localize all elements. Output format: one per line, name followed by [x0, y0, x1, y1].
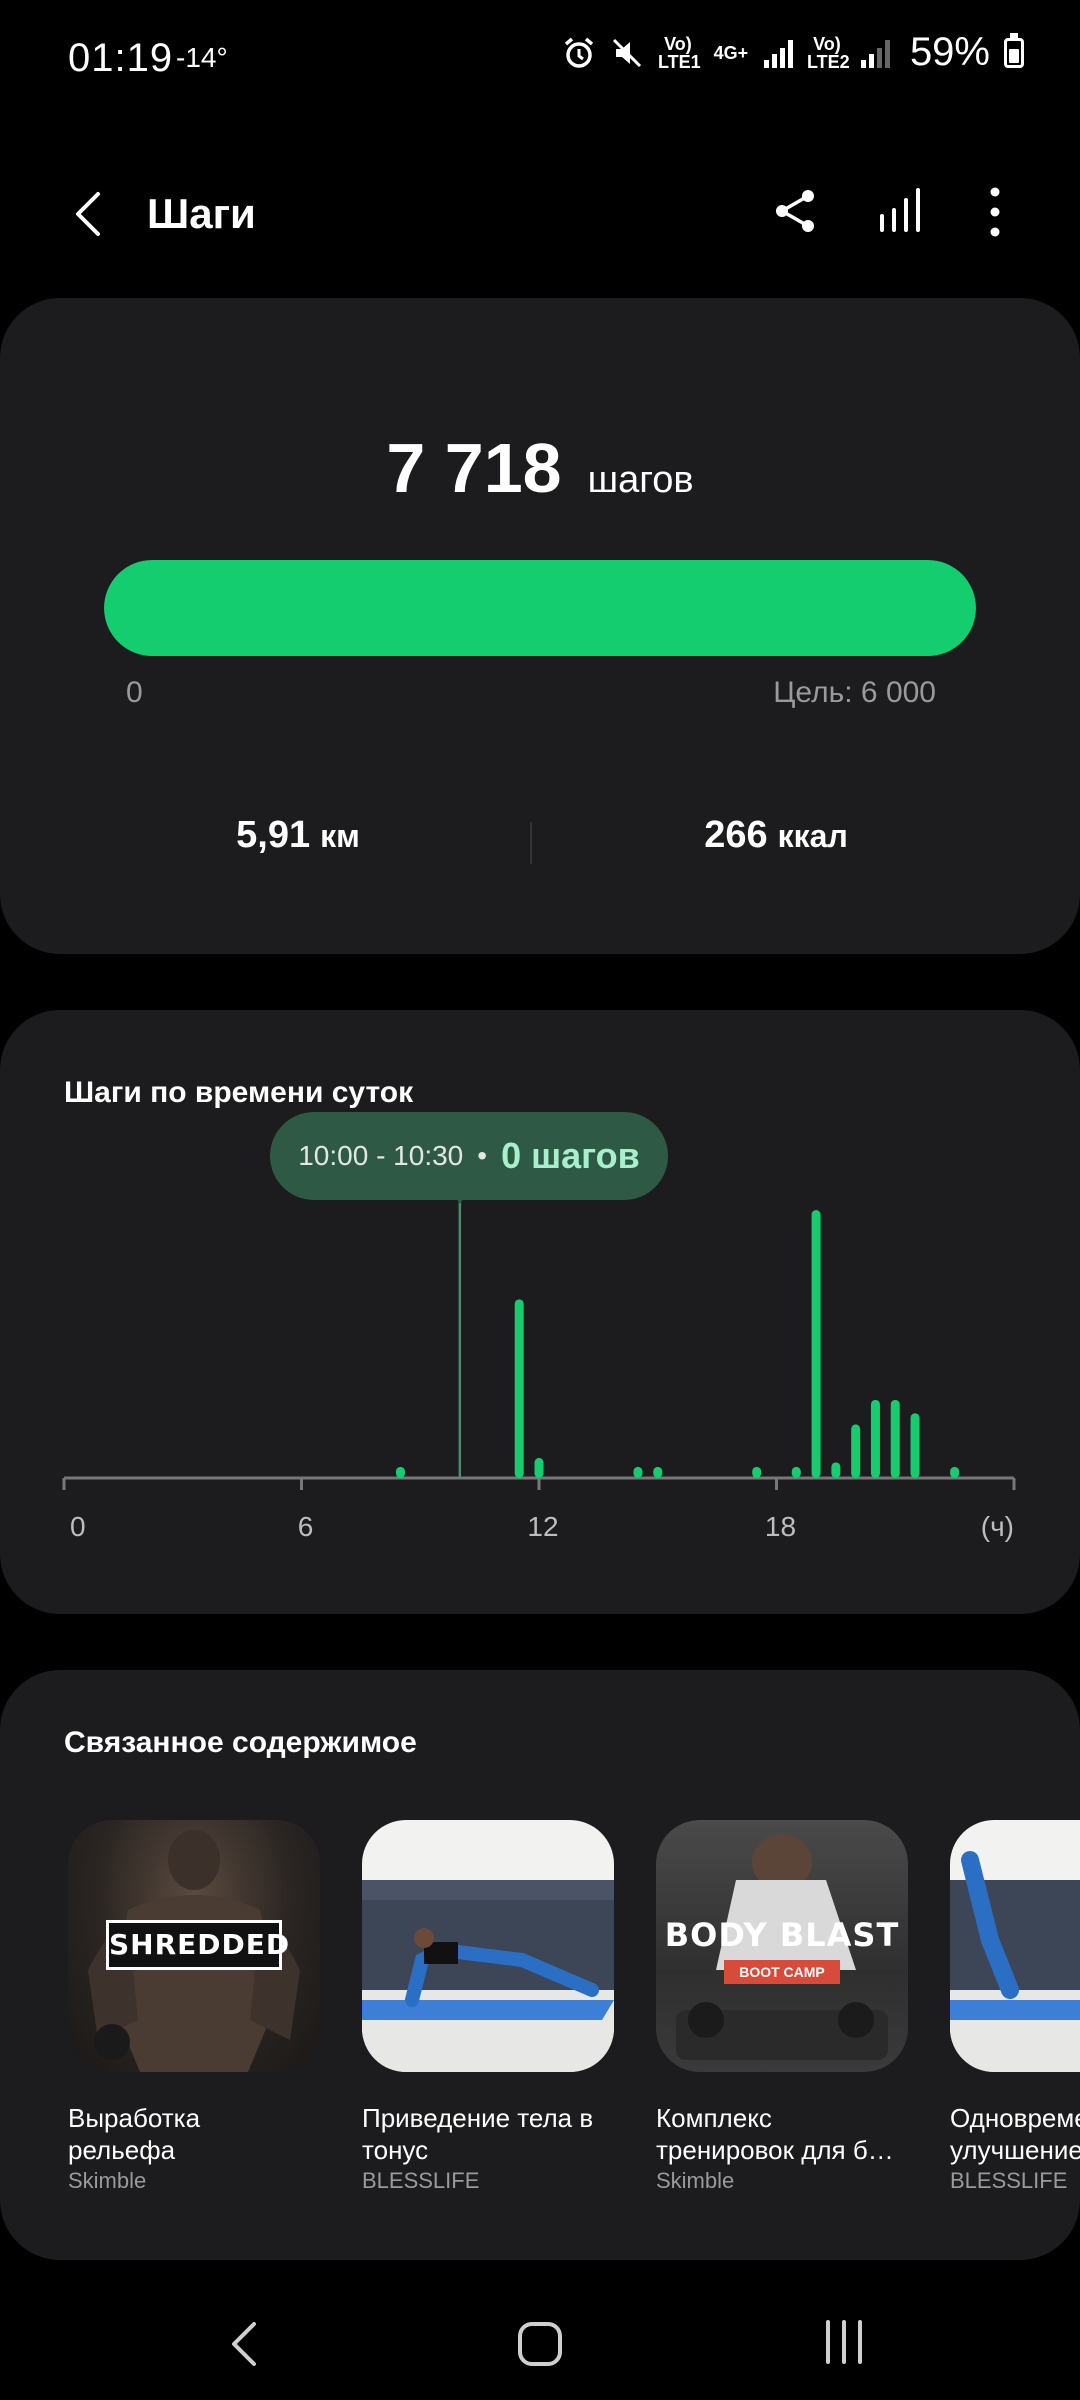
goal-label: Цель: 6 000	[773, 676, 936, 709]
related-item-author: Skimble	[656, 2168, 735, 2193]
progress-start-label: 0	[126, 676, 143, 709]
related-content-card: Связанное содержимое SHREDDED Выработка …	[0, 1670, 1080, 2260]
related-item-name: Приведение тела в тонус	[362, 2103, 594, 2165]
back-icon[interactable]	[64, 188, 116, 240]
chart-bar	[950, 1466, 960, 1478]
mute-icon	[612, 38, 641, 67]
related-item[interactable]: SHREDDED Выработка рельефа Skimble	[68, 1820, 324, 2194]
status-time: 01:19	[68, 36, 174, 80]
tooltip-range: 10:00 - 10:30	[298, 1140, 464, 1171]
navigation-bar	[0, 2290, 1080, 2400]
chart-bar	[851, 1424, 861, 1478]
status-temperature: -14°	[176, 42, 228, 73]
related-item[interactable]: Приведение тела в тонус BLESSLIFE	[362, 1820, 618, 2194]
distance-value: 5,91	[236, 814, 311, 856]
tooltip-value: 0 шагов	[501, 1135, 640, 1176]
stat-divider	[530, 822, 532, 864]
chart-bar	[534, 1457, 544, 1478]
battery-icon	[1004, 32, 1024, 68]
chart-bar	[514, 1299, 524, 1478]
calories-value: 266	[704, 814, 768, 856]
x-tick-label: 12	[527, 1511, 558, 1542]
workout-image	[362, 1880, 614, 2072]
chart-bar	[811, 1210, 821, 1478]
nav-home-icon[interactable]	[514, 2316, 566, 2372]
steps-summary-card[interactable]: 7 718 шагов 0 Цель: 6 000 5,91 км 266 ккал	[0, 298, 1080, 954]
steps-progress-fill	[104, 560, 976, 656]
chart-bar	[752, 1466, 762, 1478]
steps-by-time-card[interactable]: Шаги по времени суток 0 6 12 18 (ч) 10:00 - …	[0, 1010, 1080, 1614]
nav-recent-icon[interactable]	[820, 2316, 868, 2368]
chart-bar	[633, 1466, 643, 1478]
related-item-author: BLESSLIFE	[950, 2168, 1068, 2193]
network-type: 4G+	[713, 42, 749, 63]
status-icons: Vo) LTE1 4G+ Vo) LTE2 59%	[562, 30, 1024, 75]
steps-value: 7 718	[386, 429, 562, 507]
tooltip-dot: •	[477, 1140, 488, 1171]
nav-back-icon[interactable]	[222, 2318, 266, 2370]
sim2-label: Vo) LTE2	[806, 33, 850, 72]
battery-percent: 59%	[909, 30, 990, 74]
steps-progress-bar	[104, 560, 976, 656]
workout-image	[950, 1851, 1080, 2072]
thumb-subtext: BOOT CAMP	[724, 1960, 840, 1984]
chart-bar	[890, 1399, 900, 1478]
more-icon[interactable]	[978, 182, 1012, 242]
x-unit-label: (ч)	[981, 1511, 1014, 1542]
app-bar: Шаги	[0, 170, 1080, 260]
related-thumbnail: SHREDDED	[68, 1820, 320, 2072]
signal-icon	[860, 38, 890, 68]
distance-stat: 5,91 км	[78, 814, 518, 857]
related-item[interactable]: BODY BLAST BOOT CAMP Комплекс тренировок…	[656, 1820, 912, 2194]
thumb-text: BODY BLAST	[664, 1916, 900, 1954]
chart-bar	[653, 1466, 663, 1478]
steps-bar-chart[interactable]: 0 6 12 18 (ч)	[0, 1010, 1080, 1614]
related-item[interactable]: Одновременное улучшение BLESSLIFE	[950, 1820, 1080, 2194]
x-tick-label: 18	[765, 1511, 796, 1542]
chart-bar	[791, 1466, 801, 1478]
related-thumbnail: BODY BLAST BOOT CAMP	[656, 1820, 908, 2072]
x-tick-label: 6	[298, 1511, 314, 1542]
calories-stat: 266 ккал	[556, 814, 996, 857]
share-icon[interactable]	[770, 186, 820, 236]
related-title: Связанное содержимое	[64, 1726, 417, 1759]
related-item-name: Выработка рельефа	[68, 2103, 201, 2165]
related-item-author: BLESSLIFE	[362, 2168, 480, 2193]
related-tiles: SHREDDED Выработка рельефа Skimble Приве…	[0, 1820, 1080, 2220]
chart-bar	[910, 1413, 920, 1478]
chart-bar	[395, 1466, 405, 1478]
chart-bar	[870, 1399, 880, 1478]
chart-icon[interactable]	[874, 184, 928, 238]
thumb-text: SHREDDED	[106, 1920, 289, 1970]
related-item-author: Skimble	[68, 2168, 147, 2193]
chart-bar	[831, 1462, 841, 1478]
related-thumbnail	[362, 1820, 614, 2072]
distance-unit: км	[320, 818, 360, 854]
calories-unit: ккал	[777, 818, 848, 854]
signal-icon	[763, 38, 793, 68]
steps-unit: шагов	[587, 459, 694, 501]
page-title: Шаги	[147, 190, 256, 237]
sim1-label: Vo) LTE1	[657, 33, 701, 72]
related-item-name: Комплекс тренировок для б…	[656, 2103, 894, 2165]
steps-total: 7 718 шагов	[0, 428, 1080, 508]
x-tick-label: 0	[70, 1511, 86, 1542]
alarm-icon	[564, 37, 594, 68]
related-thumbnail	[950, 1820, 1080, 2072]
related-item-name: Одновременное улучшение	[950, 2103, 1080, 2165]
status-bar: 01:19 -14° Vo) LTE1 4G+ Vo) LTE2 59%	[0, 0, 1080, 120]
chart-tooltip: 10:00 - 10:30 • 0 шагов	[270, 1112, 668, 1200]
